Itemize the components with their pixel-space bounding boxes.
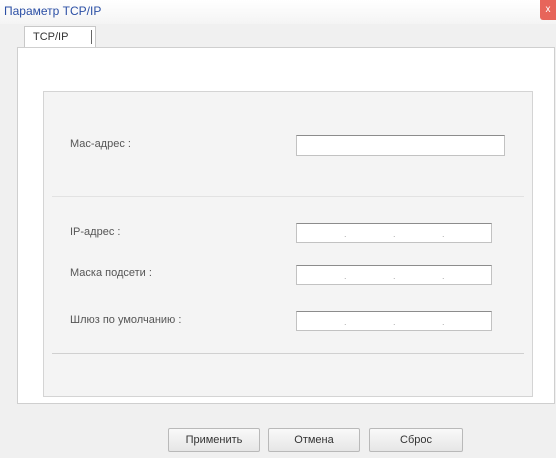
mac-address-input[interactable] (296, 135, 505, 156)
mask-dot: . (442, 271, 445, 281)
close-icon: x (545, 4, 551, 15)
ip-address-label: IP-адрес : (70, 226, 121, 238)
subnet-mask-label: Маска подсети : (70, 267, 152, 279)
window-title: Параметр TCP/IP (4, 4, 102, 18)
apply-button[interactable]: Применить (168, 428, 260, 452)
tab-tcpip[interactable]: TCP/IP (24, 26, 96, 49)
gateway-dot: . (344, 317, 347, 327)
mask-dot: . (344, 271, 347, 281)
ip-address-input[interactable]: . . . (296, 223, 492, 243)
subnet-mask-input[interactable]: . . . (296, 265, 492, 285)
section-divider (52, 196, 524, 197)
group-bottom-divider (52, 353, 524, 354)
mask-dot: . (393, 271, 396, 281)
mac-address-label: Мас-адрес : (70, 138, 131, 150)
title-bar: Параметр TCP/IP x (0, 0, 556, 24)
ip-dot: . (393, 229, 396, 239)
default-gateway-input[interactable]: . . . (296, 311, 492, 331)
close-button[interactable]: x (540, 0, 556, 20)
reset-button[interactable]: Сброс (369, 428, 463, 452)
ip-dot: . (442, 229, 445, 239)
tcpip-dialog: Параметр TCP/IP x TCP/IP Мас-адрес : IP-… (0, 0, 556, 458)
gateway-dot: . (442, 317, 445, 327)
tab-caret (91, 30, 92, 44)
tab-label: TCP/IP (33, 31, 69, 43)
cancel-button[interactable]: Отмена (268, 428, 360, 452)
ip-dot: . (344, 229, 347, 239)
default-gateway-label: Шлюз по умолчанию : (70, 314, 182, 326)
gateway-dot: . (393, 317, 396, 327)
